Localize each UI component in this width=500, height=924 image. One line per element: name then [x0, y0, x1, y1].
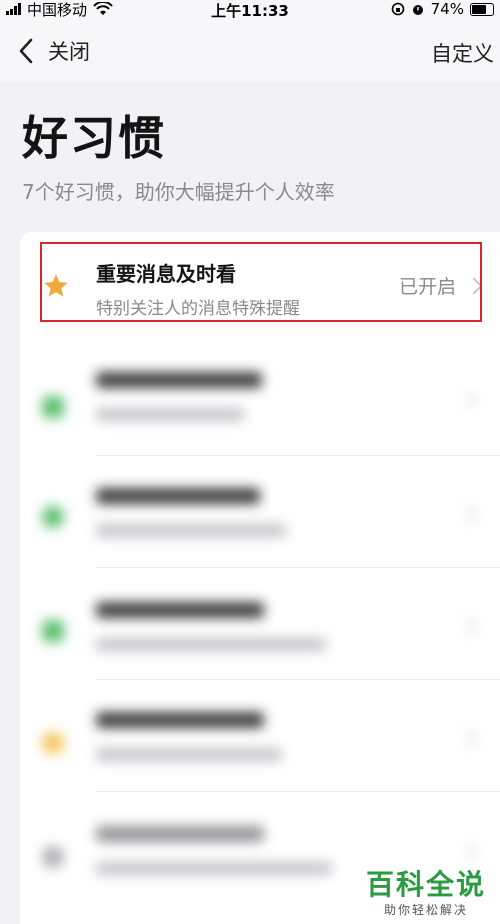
status-right: 74%: [391, 0, 494, 18]
blurred-desc: [96, 408, 244, 421]
blurred-title: [96, 372, 262, 388]
blurred-title: [96, 488, 260, 504]
chevron-right-icon: [459, 729, 477, 747]
list-item[interactable]: [20, 568, 500, 680]
page-subtitle: 7个好习惯，助你大幅提升个人效率: [22, 180, 335, 204]
blurred-title: [96, 602, 264, 618]
close-label: 关闭: [48, 40, 90, 64]
status-label: 已开启: [398, 276, 456, 298]
watermark-title: 百科全说: [365, 868, 486, 901]
star-icon: [44, 274, 68, 297]
list-item-important-messages[interactable]: 重要消息及时看 特别关注人的消息特殊提醒 已开启: [20, 232, 500, 344]
item-description: 特别关注人的消息特殊提醒: [96, 299, 300, 319]
customize-button[interactable]: 自定义: [431, 38, 494, 68]
rotation-lock-icon: [391, 2, 404, 16]
watermark-subtitle: 助你轻松解决: [383, 903, 468, 917]
item-title: 重要消息及时看: [96, 262, 236, 286]
alarm-icon: [412, 5, 423, 15]
chevron-right-icon: [459, 617, 477, 635]
mail-icon: [42, 396, 64, 418]
clock-icon: [42, 846, 64, 868]
blurred-desc: [96, 748, 282, 761]
nav-bar: 关闭 自定义: [0, 20, 500, 82]
page-title: 好习惯: [22, 111, 166, 165]
status-bar: 中国移动 上午11:33 74%: [0, 0, 500, 20]
chevron-right-icon: [459, 391, 477, 409]
list-item[interactable]: [20, 344, 500, 456]
list-item[interactable]: [20, 680, 500, 792]
blurred-desc: [96, 524, 286, 537]
blurred-desc: [96, 862, 332, 875]
phone-icon: [42, 506, 64, 528]
blurred-title: [96, 712, 264, 728]
watermark: 百科全说 助你轻松解决: [366, 869, 486, 918]
battery-icon: [470, 2, 494, 16]
habits-card: 重要消息及时看 特别关注人的消息特殊提醒 已开启: [20, 232, 500, 924]
battery-percent: 74%: [430, 0, 464, 18]
item-status: 已开启: [398, 272, 483, 299]
blurred-desc: [96, 638, 326, 651]
chevron-right-icon: [465, 277, 483, 294]
close-button[interactable]: 关闭: [18, 36, 90, 66]
list-item[interactable]: [20, 456, 500, 568]
chevron-right-icon: [459, 843, 477, 861]
star-icon: [42, 732, 64, 754]
chevron-right-icon: [459, 505, 477, 523]
calendar-icon: [42, 620, 64, 642]
chevron-left-icon: [19, 38, 33, 64]
blurred-title: [96, 826, 264, 842]
